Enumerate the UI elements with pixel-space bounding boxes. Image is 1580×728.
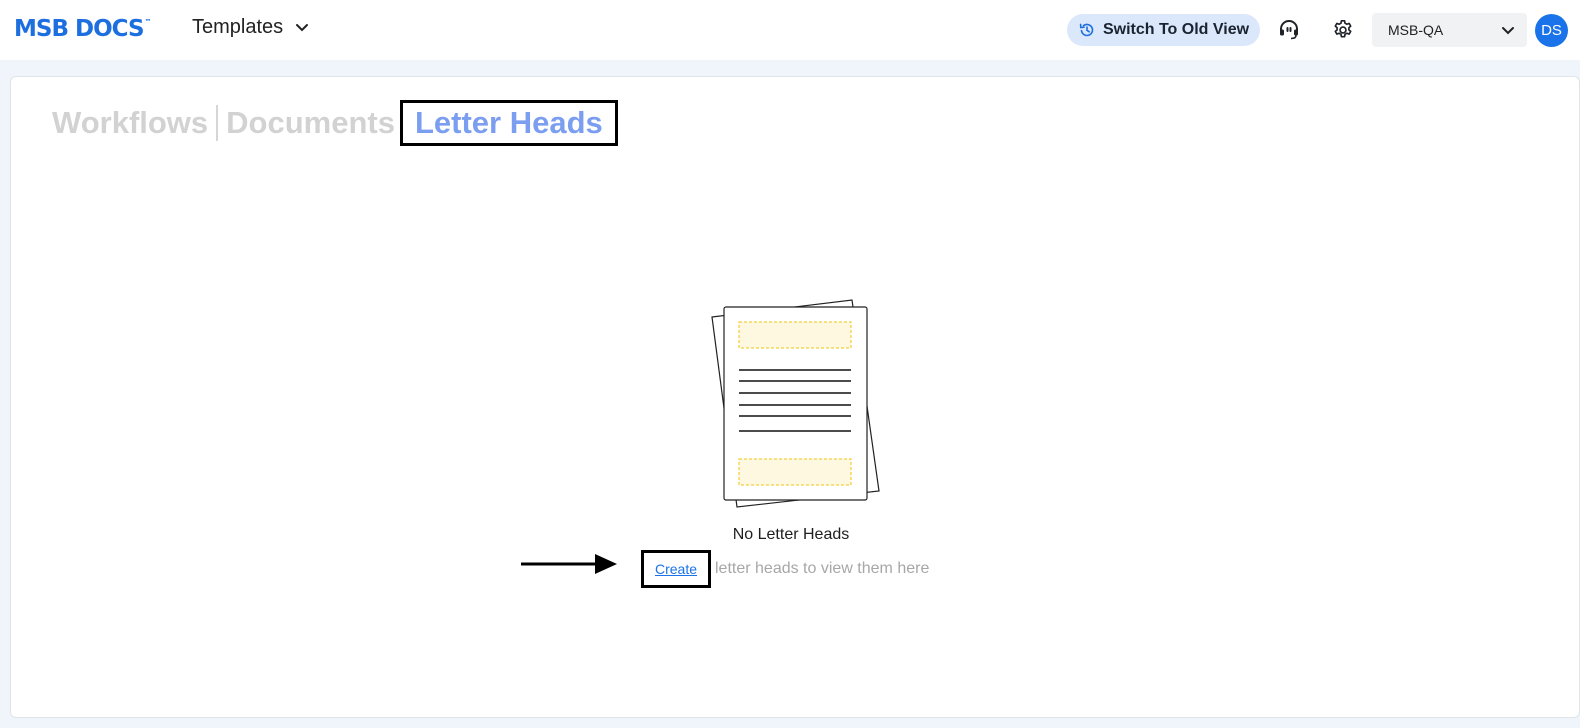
settings-gear-icon[interactable] bbox=[1330, 17, 1356, 43]
main-card: Workflows Documents Letter Heads No Lett… bbox=[10, 76, 1580, 718]
history-icon bbox=[1078, 21, 1096, 39]
tab-letter-heads[interactable]: Letter Heads bbox=[399, 100, 618, 146]
top-bar: MSB DOCS™ Templates Switch To Old View M… bbox=[0, 0, 1580, 60]
template-tabs: Workflows Documents Letter Heads bbox=[52, 100, 618, 146]
tab-workflows[interactable]: Workflows bbox=[52, 105, 208, 141]
support-headset-icon[interactable] bbox=[1276, 17, 1302, 43]
create-letter-head-link[interactable]: Create bbox=[655, 561, 697, 577]
organization-select[interactable]: MSB-QA bbox=[1372, 13, 1527, 47]
switch-view-label: Switch To Old View bbox=[1102, 21, 1250, 38]
switch-to-old-view-button[interactable]: Switch To Old View bbox=[1067, 14, 1260, 46]
tab-documents[interactable]: Documents bbox=[226, 105, 395, 141]
logo[interactable]: MSB DOCS™ bbox=[14, 16, 152, 42]
empty-state-title: No Letter Heads bbox=[732, 526, 850, 543]
empty-state-subtitle: Create letter heads to view them here bbox=[641, 550, 929, 588]
templates-menu[interactable]: Templates bbox=[192, 16, 309, 39]
organization-select-value: MSB-QA bbox=[1388, 22, 1444, 38]
tab-divider bbox=[216, 105, 219, 141]
chevron-down-icon bbox=[1501, 26, 1515, 35]
user-avatar[interactable]: DS bbox=[1535, 14, 1568, 47]
templates-menu-label: Templates bbox=[192, 16, 284, 38]
empty-state-hint: letter heads to view them here bbox=[715, 560, 930, 577]
chevron-down-icon bbox=[295, 23, 309, 32]
empty-documents-illustration bbox=[706, 297, 886, 517]
create-highlight-box: Create bbox=[641, 550, 711, 588]
arrow-right-icon bbox=[521, 552, 617, 581]
